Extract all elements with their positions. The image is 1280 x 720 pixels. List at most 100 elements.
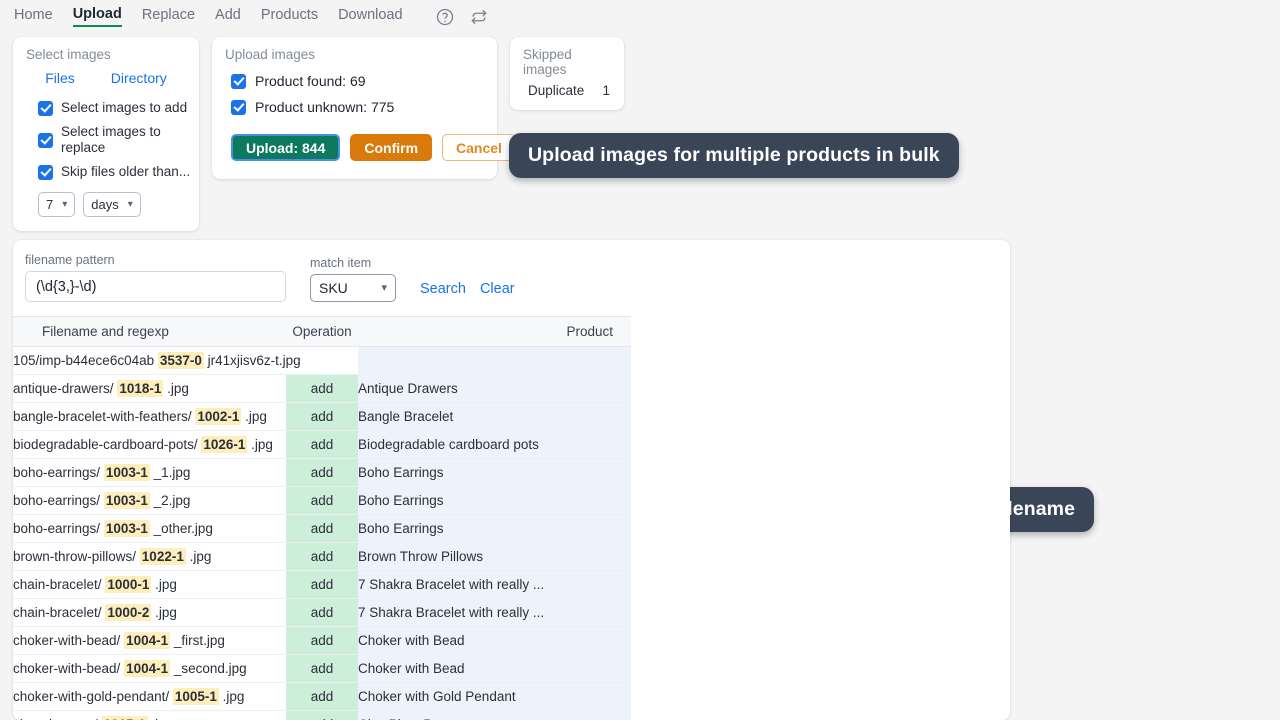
table-row[interactable]: biodegradable-cardboard-pots/ 1026-1 .jp… [13, 431, 631, 459]
filename-sku-match: 1000-2 [105, 604, 151, 621]
cell-product: 7 Shakra Bracelet with really ... [358, 599, 631, 627]
filename-sku-match: 1003-1 [104, 492, 150, 509]
table-row[interactable]: 105/imp-b44ece6c04ab 3537-0 jr41xjisv6z-… [13, 347, 631, 375]
cell-product: Boho Earrings [358, 487, 631, 515]
filename-suffix: jr41xjisv6z-t.jpg [204, 353, 301, 368]
table-row[interactable]: bangle-bracelet-with-feathers/ 1002-1 .j… [13, 403, 631, 431]
skip-age-unit-select[interactable]: days ▾ [83, 192, 141, 217]
cell-filename: brown-throw-pillows/ 1022-1 .jpg [13, 543, 286, 571]
cell-operation: add [286, 487, 358, 515]
table-row[interactable]: brown-throw-pillows/ 1022-1 .jpgaddBrown… [13, 543, 631, 571]
table-row[interactable]: choker-with-bead/ 1004-1 _second.jpgaddC… [13, 655, 631, 683]
skip-age-value-select[interactable]: 7 ▾ [38, 192, 75, 217]
table-row[interactable]: boho-earrings/ 1003-1 _other.jpgaddBoho … [13, 515, 631, 543]
filename-match-card: filename pattern match item SKU ▾ Search… [13, 240, 1010, 720]
cell-operation: add [286, 599, 358, 627]
skipped-row-duplicate: Duplicate 1 [510, 83, 624, 98]
filename-suffix: .jpg [219, 689, 245, 704]
cell-product [358, 347, 631, 375]
filename-pattern-group: filename pattern [25, 253, 286, 302]
refresh-icon[interactable] [469, 7, 489, 27]
table-row[interactable]: chain-bracelet/ 1000-1 .jpgadd7 Shakra B… [13, 571, 631, 599]
filename-sku-match: 1004-1 [124, 660, 170, 677]
cell-filename: choker-with-gold-pendant/ 1005-1 .jpg [13, 683, 286, 711]
upload-images-title: Upload images [212, 37, 497, 68]
table-row[interactable]: boho-earrings/ 1003-1 _1.jpgaddBoho Earr… [13, 459, 631, 487]
nav-item-replace[interactable]: Replace [142, 7, 195, 26]
filename-pattern-input[interactable] [25, 271, 286, 302]
cell-filename: clay-plant-pot/ 1015-1 .jpg [13, 711, 286, 720]
table-row[interactable]: choker-with-gold-pendant/ 1005-1 .jpgadd… [13, 683, 631, 711]
cancel-button[interactable]: Cancel [442, 134, 516, 161]
checkbox-label: Select images to replace [61, 124, 199, 156]
table-row[interactable]: choker-with-bead/ 1004-1 _first.jpgaddCh… [13, 627, 631, 655]
checkbox-checked-icon[interactable] [38, 165, 53, 180]
filename-sku-match: 1002-1 [195, 408, 241, 425]
select-images-checkbox-row[interactable]: Select images to add [13, 96, 199, 120]
cell-operation: add [286, 627, 358, 655]
table-row[interactable]: antique-drawers/ 1018-1 .jpgaddAntique D… [13, 375, 631, 403]
upload-action-buttons: Upload: 844 Confirm Cancel [212, 120, 497, 161]
skip-age-value: 7 [46, 197, 53, 212]
table-row[interactable]: chain-bracelet/ 1000-2 .jpgadd7 Shakra B… [13, 599, 631, 627]
nav-item-add[interactable]: Add [215, 7, 241, 26]
skipped-count: 1 [602, 83, 610, 98]
cell-operation: add [286, 655, 358, 683]
filename-suffix: .jpg [151, 577, 177, 592]
cell-product: Antique Drawers [358, 375, 631, 403]
select-images-card: Select images Files Directory Select ima… [13, 37, 199, 231]
filename-prefix: chain-bracelet/ [13, 605, 105, 620]
tab-files[interactable]: Files [45, 70, 75, 86]
table-row[interactable]: clay-plant-pot/ 1015-1 .jpgaddClay Plant… [13, 711, 631, 720]
filename-sku-match: 1003-1 [104, 520, 150, 537]
filename-suffix: _1.jpg [150, 465, 191, 480]
table-row[interactable]: boho-earrings/ 1003-1 _2.jpgaddBoho Earr… [13, 487, 631, 515]
nav-item-download[interactable]: Download [338, 7, 403, 26]
checkbox-label: Product unknown: 775 [255, 99, 394, 115]
skipped-images-card: Skipped images Duplicate 1 [510, 37, 624, 110]
cell-filename: antique-drawers/ 1018-1 .jpg [13, 375, 286, 403]
checkbox-checked-icon[interactable] [38, 101, 53, 116]
nav-item-home[interactable]: Home [14, 7, 53, 26]
filename-sku-match: 1026-1 [201, 436, 247, 453]
filename-prefix: brown-throw-pillows/ [13, 549, 140, 564]
cell-product: 7 Shakra Bracelet with really ... [358, 571, 631, 599]
filename-prefix: chain-bracelet/ [13, 577, 105, 592]
skip-age-unit: days [91, 197, 118, 212]
help-circle-icon[interactable] [435, 7, 455, 27]
checkbox-checked-icon[interactable] [231, 74, 246, 89]
filename-prefix: choker-with-bead/ [13, 633, 124, 648]
cell-product: Boho Earrings [358, 459, 631, 487]
filename-suffix: _first.jpg [170, 633, 225, 648]
column-header-operation: Operation [286, 317, 358, 347]
filename-suffix: .jpg [186, 549, 212, 564]
checkbox-checked-icon[interactable] [38, 133, 53, 148]
upload-images-checkbox-row[interactable]: Product found: 69 [212, 68, 497, 94]
cell-filename: bangle-bracelet-with-feathers/ 1002-1 .j… [13, 403, 286, 431]
checkbox-label: Skip files older than... [61, 164, 190, 180]
select-images-title: Select images [13, 37, 199, 68]
filename-sku-match: 1004-1 [124, 632, 170, 649]
filename-prefix: choker-with-bead/ [13, 661, 124, 676]
cell-operation: add [286, 431, 358, 459]
callout-upload-bulk: Upload images for multiple products in b… [509, 133, 959, 178]
match-item-select[interactable]: SKU [310, 274, 396, 302]
select-images-checkbox-row[interactable]: Select images to replace [13, 120, 199, 160]
filename-prefix: biodegradable-cardboard-pots/ [13, 437, 201, 452]
upload-images-checkbox-row[interactable]: Product unknown: 775 [212, 94, 497, 120]
tab-directory[interactable]: Directory [111, 70, 167, 86]
nav-item-products[interactable]: Products [261, 7, 318, 26]
search-toolbar: filename pattern match item SKU ▾ Search… [13, 240, 1010, 302]
match-item-label: match item [310, 256, 396, 270]
select-images-checkbox-row[interactable]: Skip files older than... [13, 160, 199, 184]
checkbox-checked-icon[interactable] [231, 100, 246, 115]
nav-item-upload[interactable]: Upload [73, 6, 122, 27]
upload-button[interactable]: Upload: 844 [231, 134, 340, 161]
search-button[interactable]: Search [420, 281, 466, 302]
results-table: Filename and regexp Operation Product 10… [13, 316, 631, 720]
confirm-button[interactable]: Confirm [350, 134, 432, 161]
cell-filename: 105/imp-b44ece6c04ab 3537-0 jr41xjisv6z-… [13, 347, 286, 375]
clear-button[interactable]: Clear [480, 281, 515, 302]
filename-sku-match: 1000-1 [105, 576, 151, 593]
filename-prefix: boho-earrings/ [13, 465, 104, 480]
